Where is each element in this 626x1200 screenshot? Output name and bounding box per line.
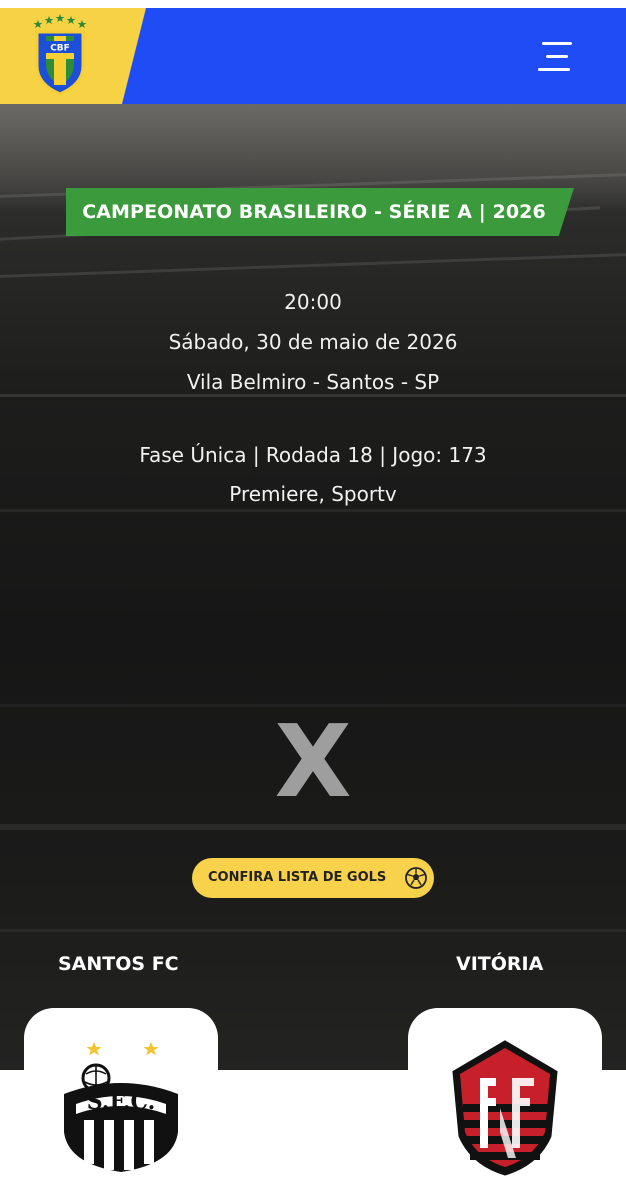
cbf-logo-text: CBF <box>50 44 70 54</box>
menu-bar <box>546 55 568 58</box>
stand-line <box>0 394 626 397</box>
versus-mark: X <box>274 703 352 820</box>
cbf-logo[interactable]: CBF <box>30 14 90 98</box>
away-team-name: VITÓRIA <box>456 953 544 975</box>
stand-line <box>0 253 626 278</box>
stand-line <box>0 929 626 932</box>
vitoria-badge <box>452 1040 558 1176</box>
menu-button[interactable] <box>532 38 572 74</box>
stand-line <box>0 509 626 512</box>
home-team-badge-card[interactable]: S.F.C. <box>24 1008 218 1200</box>
match-broadcast: Premiere, Sportv <box>229 482 397 506</box>
competition-title: CAMPEONATO BRASILEIRO - SÉRIE A | 2026 <box>82 201 546 223</box>
match-date: Sábado, 30 de maio de 2026 <box>168 330 458 354</box>
santos-badge: S.F.C. <box>64 1042 178 1172</box>
match-venue: Vila Belmiro - Santos - SP <box>186 370 440 394</box>
match-time: 20:00 <box>284 290 342 314</box>
match-round-info: Fase Única | Rodada 18 | Jogo: 173 <box>139 443 487 467</box>
stand-line <box>0 824 626 830</box>
top-header: CBF <box>0 8 626 104</box>
match-page: CBF CAMPEONATO BRASILEIRO - SÉRIE A | 20… <box>0 0 626 1200</box>
goals-list-label: CONFIRA LISTA DE GOLS <box>208 870 387 885</box>
home-team-name: SANTOS FC <box>58 953 179 975</box>
santos-badge-text: S.F.C. <box>87 1089 156 1115</box>
menu-bar <box>542 42 572 45</box>
stadium-background <box>0 104 626 1070</box>
goals-list-button[interactable]: CONFIRA LISTA DE GOLS <box>192 858 434 898</box>
menu-bar <box>538 68 570 71</box>
away-team-badge-card[interactable] <box>408 1008 602 1200</box>
soccer-ball-icon <box>404 866 428 890</box>
